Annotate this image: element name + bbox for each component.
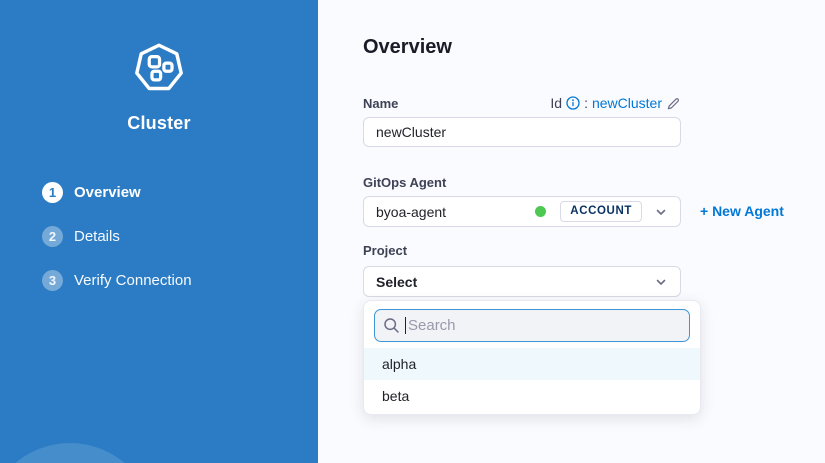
project-dropdown-menu: alpha beta bbox=[363, 300, 701, 415]
decorative-circle bbox=[0, 443, 155, 463]
agent-selected-value: byoa-agent bbox=[376, 204, 446, 220]
step-overview[interactable]: 1 Overview bbox=[42, 182, 192, 203]
id-value-link[interactable]: newCluster bbox=[592, 95, 662, 111]
step-number-badge: 1 bbox=[42, 182, 63, 203]
text-cursor bbox=[405, 317, 406, 334]
new-agent-button[interactable]: + New Agent bbox=[700, 203, 784, 219]
info-icon[interactable] bbox=[566, 96, 580, 110]
id-prefix-label: Id bbox=[550, 95, 562, 111]
wizard-steps: 1 Overview 2 Details 3 Verify Connection bbox=[42, 182, 192, 314]
identifier-row: Id : newCluster bbox=[550, 95, 681, 111]
project-select[interactable]: Select bbox=[363, 266, 681, 297]
page-title: Overview bbox=[363, 36, 452, 59]
chevron-down-icon bbox=[654, 275, 668, 289]
step-label: Verify Connection bbox=[74, 272, 192, 289]
cluster-name-input[interactable] bbox=[363, 117, 681, 147]
step-number-badge: 2 bbox=[42, 226, 63, 247]
step-details[interactable]: 2 Details bbox=[42, 226, 192, 247]
cluster-heptagon-icon bbox=[0, 42, 318, 94]
step-number-badge: 3 bbox=[42, 270, 63, 291]
project-label: Project bbox=[363, 243, 407, 258]
step-label: Overview bbox=[74, 184, 141, 201]
wizard-title: Cluster bbox=[0, 113, 318, 134]
agent-healthy-status-dot bbox=[535, 206, 546, 217]
wizard-sidebar: Cluster 1 Overview 2 Details 3 Verify Co… bbox=[0, 0, 318, 463]
project-options-list: alpha beta bbox=[364, 348, 700, 412]
cluster-wizard-dialog: Cluster 1 Overview 2 Details 3 Verify Co… bbox=[0, 0, 825, 463]
option-beta[interactable]: beta bbox=[364, 380, 700, 412]
project-search-input[interactable] bbox=[374, 309, 690, 342]
overview-step-panel: Overview Name Id : newCluster bbox=[318, 0, 825, 463]
project-placeholder: Select bbox=[376, 274, 417, 290]
gitops-agent-select[interactable]: byoa-agent ACCOUNT bbox=[363, 196, 681, 227]
step-label: Details bbox=[74, 228, 120, 245]
id-separator: : bbox=[584, 95, 588, 111]
edit-pencil-icon[interactable] bbox=[666, 96, 681, 111]
chevron-down-icon bbox=[654, 205, 668, 219]
agent-scope-badge: ACCOUNT bbox=[560, 201, 642, 223]
dropdown-search bbox=[374, 309, 690, 342]
name-label-row: Name Id : newCluster bbox=[363, 95, 681, 111]
name-label: Name bbox=[363, 96, 398, 111]
gitops-agent-label: GitOps Agent bbox=[363, 175, 446, 190]
step-verify-connection[interactable]: 3 Verify Connection bbox=[42, 270, 192, 291]
option-alpha[interactable]: alpha bbox=[364, 348, 700, 380]
